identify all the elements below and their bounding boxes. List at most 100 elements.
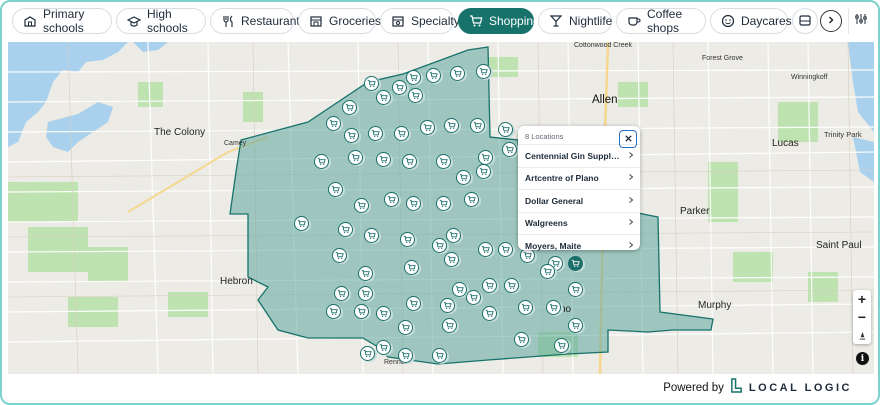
shopping-poi-pin[interactable] <box>452 282 467 297</box>
shopping-poi-pin[interactable] <box>444 252 459 267</box>
shopping-poi-pin[interactable] <box>404 260 419 275</box>
chip-daycares[interactable]: Daycares <box>710 8 792 34</box>
shopping-poi-pin[interactable] <box>384 192 399 207</box>
shopping-poi-pin[interactable] <box>442 318 457 333</box>
shopping-poi-pin[interactable] <box>342 100 357 115</box>
shopping-poi-pin[interactable] <box>344 128 359 143</box>
shopping-poi-pin[interactable] <box>466 290 481 305</box>
shopping-poi-pin[interactable] <box>358 286 373 301</box>
shopping-poi-pin[interactable] <box>368 126 383 141</box>
scroll-right-button[interactable] <box>820 10 842 32</box>
map-canvas[interactable]: Allen The Colony Lucas Parker Saint Paul… <box>8 42 874 374</box>
shopping-poi-pin[interactable] <box>456 170 471 185</box>
shopping-poi-pin[interactable] <box>554 338 569 353</box>
shopping-poi-pin[interactable] <box>364 76 379 91</box>
shopping-poi-pin[interactable] <box>476 164 491 179</box>
shopping-poi-pin[interactable] <box>400 232 415 247</box>
shopping-poi-pin[interactable] <box>502 142 517 157</box>
shopping-poi-pin[interactable] <box>470 118 485 133</box>
shopping-poi-pin[interactable] <box>358 266 373 281</box>
close-popup-button[interactable] <box>619 130 637 148</box>
shopping-poi-pin[interactable] <box>376 340 391 355</box>
shopping-poi-pin[interactable] <box>498 122 513 137</box>
shopping-poi-pin[interactable] <box>504 278 519 293</box>
chip-specialty[interactable]: Specialty <box>380 8 460 34</box>
shopping-poi-pin[interactable] <box>440 298 455 313</box>
chip-label: Shopping <box>489 14 540 28</box>
shopping-poi-pin[interactable] <box>482 306 497 321</box>
shopping-poi-pin[interactable] <box>518 300 533 315</box>
shopping-poi-pin[interactable] <box>326 304 341 319</box>
footer: Powered by LOCAL LOGIC <box>663 378 852 398</box>
shopping-poi-pin[interactable] <box>478 242 493 257</box>
shopping-poi-pin[interactable] <box>354 198 369 213</box>
shopping-poi-pin[interactable] <box>446 228 461 243</box>
shopping-poi-pin[interactable] <box>394 126 409 141</box>
chip-partial[interactable] <box>792 8 818 34</box>
shopping-poi-pin[interactable] <box>464 192 479 207</box>
shopping-poi-pin[interactable] <box>444 118 459 133</box>
shopping-poi-pin[interactable] <box>326 116 341 131</box>
location-name: Dollar General <box>525 195 584 206</box>
location-name: Moyers, Maite <box>525 240 582 251</box>
shopping-poi-pin[interactable] <box>376 152 391 167</box>
shopping-poi-pin[interactable] <box>354 304 369 319</box>
shopping-poi-pin[interactable] <box>406 296 421 311</box>
chip-shopping[interactable]: Shopping <box>458 8 540 34</box>
shopping-poi-pin[interactable] <box>568 282 583 297</box>
shopping-poi-pin[interactable] <box>338 222 353 237</box>
info-button[interactable]: i <box>856 352 869 365</box>
chevron-right-icon <box>627 151 635 161</box>
shopping-poi-pin[interactable] <box>376 90 391 105</box>
chip-high-schools[interactable]: High schools <box>116 7 206 35</box>
shopping-poi-pin[interactable] <box>314 154 329 169</box>
location-name: Walgreens <box>525 218 568 229</box>
shopping-poi-pin[interactable] <box>332 248 347 263</box>
shopping-poi-pin[interactable] <box>406 196 421 211</box>
shopping-poi-pin[interactable] <box>348 150 363 165</box>
shopping-poi-pin[interactable] <box>334 286 349 301</box>
chip-label: Specialty <box>411 14 460 28</box>
chip-groceries[interactable]: Groceries <box>298 8 381 34</box>
shopping-poi-pin[interactable] <box>294 216 309 231</box>
shopping-poi-pin[interactable] <box>426 68 441 83</box>
shopping-poi-pin[interactable] <box>450 66 465 81</box>
shopping-poi-pin[interactable] <box>432 348 447 363</box>
selected-poi-pin[interactable] <box>568 256 583 271</box>
chip-coffee-shops[interactable]: Coffee shops <box>616 7 706 35</box>
shopping-poi-pin[interactable] <box>432 238 447 253</box>
shopping-poi-pin[interactable] <box>436 154 451 169</box>
shopping-poi-pin[interactable] <box>402 154 417 169</box>
shopping-poi-pin[interactable] <box>514 332 529 347</box>
shopping-poi-pin[interactable] <box>406 70 421 85</box>
popup-location-item[interactable]: Artcentre of Plano <box>518 166 640 190</box>
shopping-poi-pin[interactable] <box>478 150 493 165</box>
shopping-poi-pin[interactable] <box>546 300 561 315</box>
popup-location-item[interactable]: Dollar General <box>518 189 640 212</box>
filter-button[interactable] <box>848 8 873 34</box>
shopping-poi-pin[interactable] <box>398 348 413 363</box>
shopping-poi-pin[interactable] <box>482 278 497 293</box>
shopping-poi-pin[interactable] <box>568 318 583 333</box>
chip-primary-schools[interactable]: Primary schools <box>12 7 112 35</box>
compass-button[interactable] <box>853 326 871 344</box>
shopping-poi-pin[interactable] <box>408 88 423 103</box>
shopping-poi-pin[interactable] <box>420 120 435 135</box>
shopping-poi-pin[interactable] <box>540 264 555 279</box>
shopping-poi-pin[interactable] <box>392 80 407 95</box>
chip-nightlife[interactable]: Nightlife <box>538 8 612 34</box>
chevron-right-icon <box>627 173 635 183</box>
chip-restaurants[interactable]: Restaurants <box>210 8 306 34</box>
shopping-poi-pin[interactable] <box>476 64 491 79</box>
zoom-in-button[interactable]: + <box>853 290 871 308</box>
shopping-poi-pin[interactable] <box>436 196 451 211</box>
shopping-poi-pin[interactable] <box>398 320 413 335</box>
popup-location-item[interactable]: Walgreens <box>518 211 640 235</box>
shopping-poi-pin[interactable] <box>360 346 375 361</box>
shopping-poi-pin[interactable] <box>328 182 343 197</box>
shopping-poi-pin[interactable] <box>498 242 513 257</box>
zoom-out-button[interactable]: − <box>853 308 871 326</box>
shopping-poi-pin[interactable] <box>376 306 391 321</box>
shopping-poi-pin[interactable] <box>364 228 379 243</box>
popup-location-item[interactable]: Moyers, Maite <box>518 234 640 257</box>
